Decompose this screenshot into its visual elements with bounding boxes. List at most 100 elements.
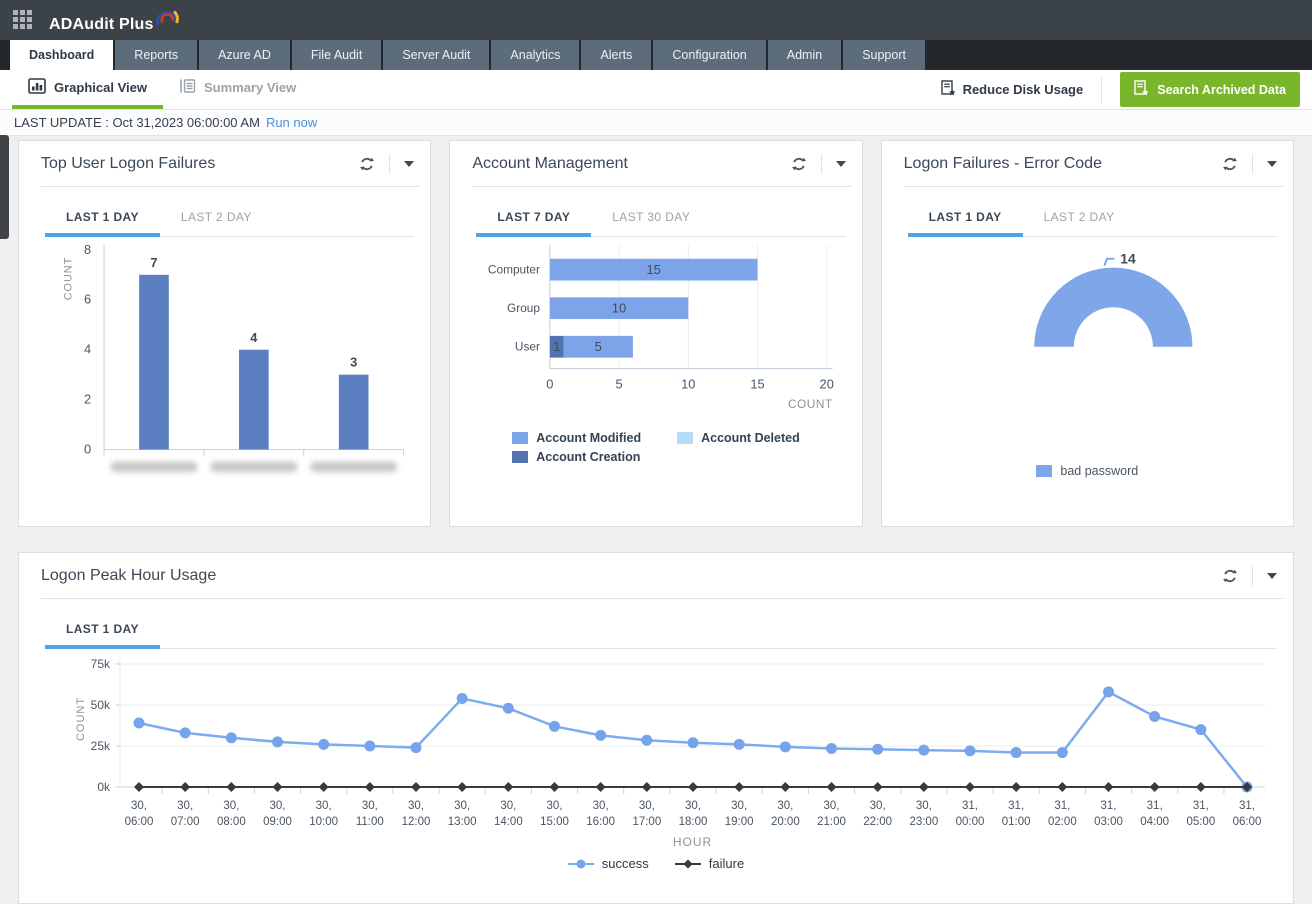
legend-item-account-modified[interactable]: Account Modified <box>512 431 641 445</box>
legend-label: Account Creation <box>536 450 640 464</box>
refresh-icon[interactable] <box>355 154 379 174</box>
legend-swatch <box>677 432 693 444</box>
svg-text:5: 5 <box>595 339 602 354</box>
svg-text:21:00: 21:00 <box>817 816 846 828</box>
range-tab-last-30-day[interactable]: LAST 30 DAY <box>591 201 711 237</box>
header-divider <box>1252 566 1253 586</box>
chevron-down-icon[interactable] <box>1263 159 1281 169</box>
refresh-icon[interactable] <box>1218 566 1242 586</box>
nav-tab-azure-ad[interactable]: Azure AD <box>199 40 292 70</box>
svg-text:User: User <box>515 340 540 354</box>
panel-title: Logon Peak Hour Usage <box>41 567 216 585</box>
svg-text:30,: 30, <box>454 800 470 812</box>
tab-graphical-view[interactable]: Graphical View <box>12 70 163 109</box>
side-pullout-tab[interactable] <box>0 135 9 239</box>
chevron-down-icon[interactable] <box>400 159 418 169</box>
manageengine-swirl-icon <box>154 6 180 32</box>
nav-tab-admin[interactable]: Admin <box>768 40 843 70</box>
toolbar-divider <box>1101 77 1102 103</box>
legend-swatch <box>512 432 528 444</box>
chevron-down-icon[interactable] <box>832 159 850 169</box>
peak-hour-line-chart: 0k25k50k75kCOUNT30,06:0030,07:0030,08:00… <box>20 649 1292 854</box>
nav-tab-analytics[interactable]: Analytics <box>491 40 581 70</box>
legend-item-success[interactable]: success <box>568 856 649 871</box>
legend-item-account-deleted[interactable]: Account Deleted <box>677 431 800 445</box>
panel-title: Logon Failures - Error Code <box>904 155 1102 173</box>
svg-text:08:00: 08:00 <box>217 816 246 828</box>
range-tab-last-7-day[interactable]: LAST 7 DAY <box>476 201 591 237</box>
header-rule <box>904 186 1283 187</box>
svg-text:15:00: 15:00 <box>540 816 569 828</box>
svg-text:01:00: 01:00 <box>1002 816 1031 828</box>
svg-text:0: 0 <box>547 376 554 391</box>
svg-text:07:00: 07:00 <box>171 816 200 828</box>
refresh-icon[interactable] <box>787 154 811 174</box>
svg-text:31,: 31, <box>1239 800 1255 812</box>
error-code-legend: bad password <box>882 464 1293 478</box>
svg-text:8: 8 <box>84 242 91 257</box>
svg-text:00:00: 00:00 <box>956 816 985 828</box>
svg-text:0: 0 <box>84 442 91 457</box>
svg-text:5: 5 <box>616 376 623 391</box>
range-tab-last-2-day[interactable]: LAST 2 DAY <box>160 201 273 237</box>
header-rule <box>472 186 851 187</box>
svg-text:10:00: 10:00 <box>309 816 338 828</box>
svg-text:7: 7 <box>150 255 157 270</box>
range-tab-last-1-day[interactable]: LAST 1 DAY <box>908 201 1023 237</box>
svg-text:20: 20 <box>820 376 834 391</box>
svg-text:2: 2 <box>84 392 91 407</box>
legend-label: bad password <box>1060 464 1138 478</box>
app-title: ADAudit Plus <box>49 16 154 34</box>
header-divider <box>821 154 822 174</box>
nav-tab-file-audit[interactable]: File Audit <box>292 40 383 70</box>
view-toolbar: Graphical View Summary View Reduce Disk … <box>0 70 1312 110</box>
panel-title: Account Management <box>472 155 628 173</box>
list-icon <box>179 78 196 97</box>
legend-label: success <box>602 856 649 871</box>
svg-text:14:00: 14:00 <box>494 816 523 828</box>
reduce-disk-usage-button[interactable]: Reduce Disk Usage <box>941 80 1084 99</box>
nav-tab-server-audit[interactable]: Server Audit <box>383 40 491 70</box>
refresh-icon[interactable] <box>1218 154 1242 174</box>
search-archived-data-button[interactable]: Search Archived Data <box>1120 72 1300 107</box>
nav-tab-support[interactable]: Support <box>843 40 927 70</box>
svg-text:HOUR: HOUR <box>673 835 712 849</box>
reduce-disk-usage-label: Reduce Disk Usage <box>963 82 1084 97</box>
svg-text:30,: 30, <box>777 800 793 812</box>
svg-text:50k: 50k <box>91 698 111 712</box>
range-tab-last-1-day[interactable]: LAST 1 DAY <box>45 201 160 237</box>
last-update-text: LAST UPDATE : Oct 31,2023 06:00:00 AM <box>14 115 260 130</box>
legend-item-account-creation[interactable]: Account Creation <box>512 450 641 464</box>
svg-text:14: 14 <box>1120 251 1136 267</box>
header-rule <box>41 186 420 187</box>
svg-text:30,: 30, <box>362 800 378 812</box>
nav-tab-dashboard[interactable]: Dashboard <box>10 40 115 70</box>
error-code-donut-chart: 14 <box>883 237 1292 450</box>
range-tab-last-2-day[interactable]: LAST 2 DAY <box>1023 201 1136 237</box>
legend-item-bad-password[interactable]: bad password <box>1036 464 1138 478</box>
tab-summary-view[interactable]: Summary View <box>163 70 312 109</box>
svg-text:10: 10 <box>612 301 626 316</box>
legend-item-failure[interactable]: failure <box>675 856 744 871</box>
svg-text:30,: 30, <box>916 800 932 812</box>
svg-text:COUNT: COUNT <box>788 397 833 411</box>
svg-text:10: 10 <box>681 376 695 391</box>
range-tab-last-1-day[interactable]: LAST 1 DAY <box>45 613 160 649</box>
nav-tab-reports[interactable]: Reports <box>115 40 199 70</box>
nav-tab-configuration[interactable]: Configuration <box>653 40 767 70</box>
app-launcher-grid-icon[interactable] <box>13 10 33 30</box>
app-header: ADAudit Plus <box>0 0 1312 40</box>
svg-text:03:00: 03:00 <box>1094 816 1123 828</box>
chevron-down-icon[interactable] <box>1263 571 1281 581</box>
range-tabs: LAST 1 DAYLAST 2 DAY <box>45 201 414 237</box>
svg-text:06:00: 06:00 <box>1233 816 1262 828</box>
svg-text:06:00: 06:00 <box>125 816 154 828</box>
nav-tab-alerts[interactable]: Alerts <box>581 40 653 70</box>
view-tab-label: Summary View <box>204 80 296 95</box>
run-now-link[interactable]: Run now <box>266 115 317 130</box>
svg-text:COUNT: COUNT <box>75 697 87 741</box>
legend-swatch <box>1036 465 1052 477</box>
range-tabs: LAST 7 DAYLAST 30 DAY <box>476 201 845 237</box>
svg-text:23:00: 23:00 <box>909 816 938 828</box>
header-divider <box>1252 154 1253 174</box>
